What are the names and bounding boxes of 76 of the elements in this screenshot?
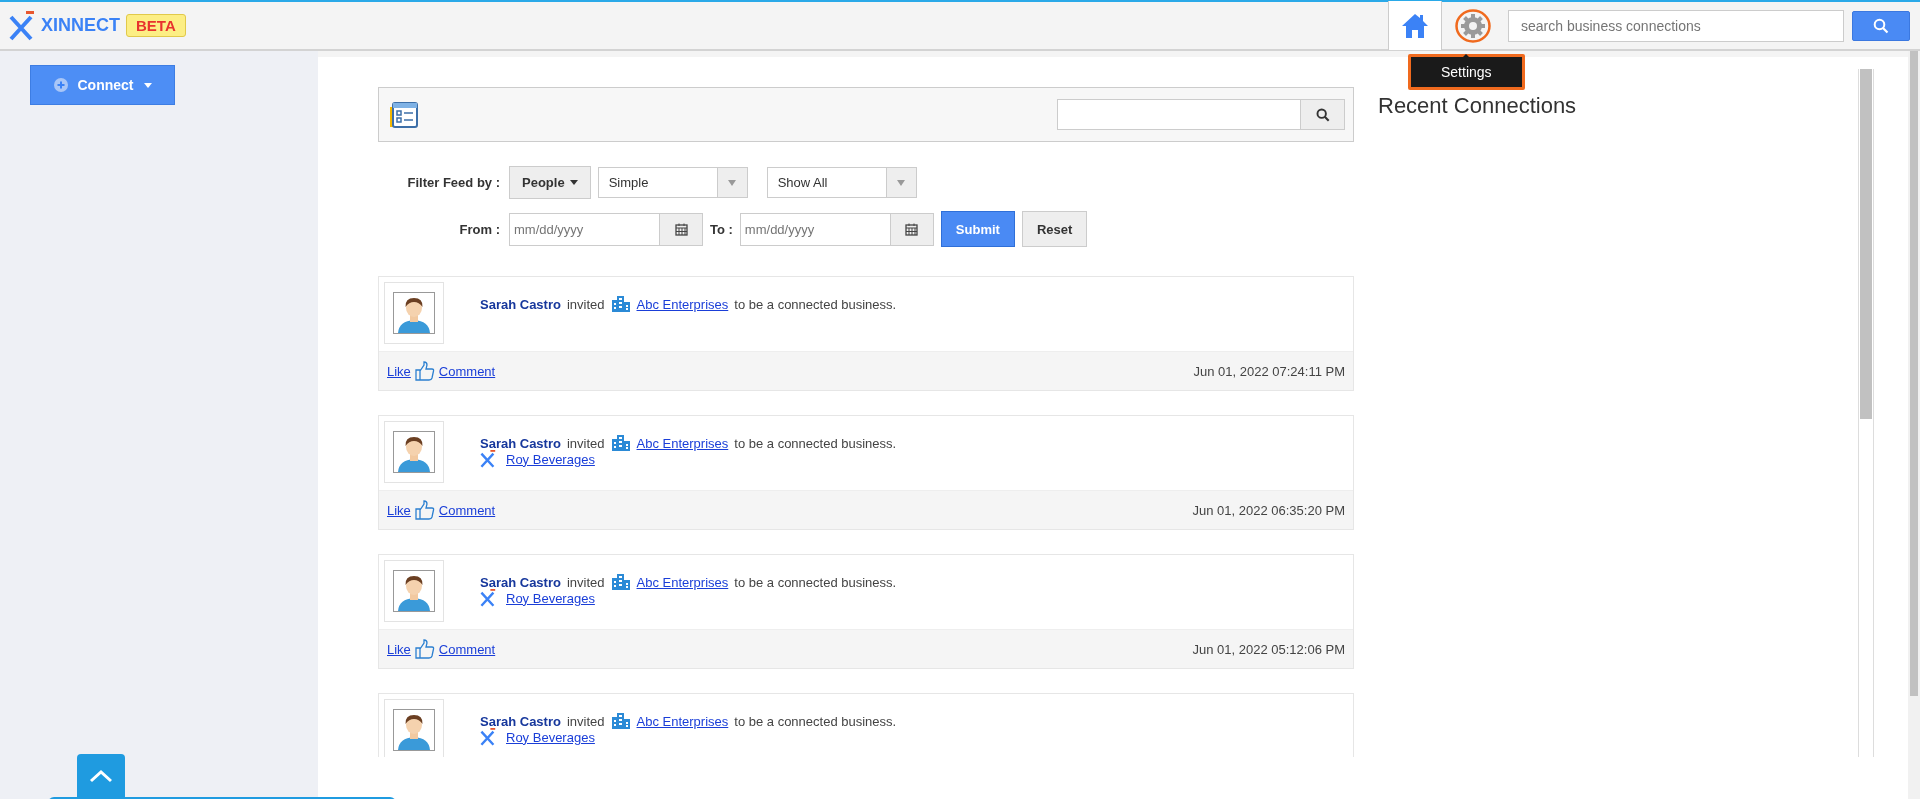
thumbs-up-icon — [414, 639, 435, 659]
caret-icon — [143, 82, 152, 88]
to-label: To : — [710, 221, 733, 237]
calendar-button[interactable] — [659, 212, 703, 246]
activity-text: to be a connected business. — [734, 713, 897, 729]
search-button[interactable] — [1852, 10, 1910, 41]
logo-icon — [480, 589, 496, 607]
timestamp: Jun 01, 2022 06:35:20 PM — [1192, 502, 1345, 518]
chevron-up-icon — [88, 768, 114, 784]
activity-text: to be a connected business. — [734, 435, 897, 451]
feed-list-icon — [389, 100, 419, 129]
activity-text: invited — [566, 574, 605, 590]
comment-link[interactable]: Comment — [438, 502, 496, 518]
author-link[interactable]: Sarah Castro — [480, 296, 561, 312]
search-field[interactable]: search business connections — [1508, 9, 1844, 42]
business-link[interactable]: Abc Enterprises — [636, 713, 729, 729]
person-icon — [393, 709, 435, 751]
activity-text: to be a connected business. — [734, 296, 897, 312]
home-button[interactable] — [1388, 1, 1442, 50]
comment-link[interactable]: Comment — [438, 641, 496, 657]
activity-text: to be a connected business. — [734, 574, 897, 590]
from-label: From : — [458, 221, 500, 237]
people-dropdown[interactable]: People — [509, 166, 591, 199]
person-icon — [393, 570, 435, 612]
building-icon — [610, 712, 631, 730]
timestamp: Jun 01, 2022 05:12:06 PM — [1192, 641, 1345, 657]
plus-circle-icon — [53, 78, 68, 92]
logo-icon — [480, 450, 496, 468]
brand-name: XINNECT — [41, 15, 120, 36]
activity-text: invited — [566, 713, 605, 729]
beta-badge: BETA — [126, 14, 186, 37]
business-link[interactable]: Roy Beverages — [506, 590, 595, 606]
logo-icon — [9, 10, 35, 41]
section-title: Recent Connections — [1378, 93, 1577, 119]
business-link[interactable]: Roy Beverages — [506, 729, 595, 745]
reset-button[interactable]: Reset — [1021, 211, 1088, 247]
feed-search-button[interactable] — [1301, 99, 1345, 130]
thumbs-up-icon — [414, 500, 435, 520]
scrollbar-thumb[interactable] — [1910, 51, 1918, 696]
calendar-icon — [905, 222, 919, 236]
timestamp: Jun 01, 2022 07:24:11 PM — [1193, 363, 1345, 379]
person-icon — [393, 431, 435, 473]
business-link[interactable]: Abc Enterprises — [636, 574, 729, 590]
scroll-top-button[interactable] — [77, 754, 125, 798]
calendar-icon — [674, 222, 688, 236]
author-link[interactable]: Sarah Castro — [480, 574, 561, 590]
activity-text: invited — [566, 435, 605, 451]
filter-label: Filter Feed by : — [406, 175, 500, 190]
from-date-field[interactable]: mm/dd/yyyy — [509, 212, 659, 246]
business-link[interactable]: Roy Beverages — [506, 451, 595, 467]
building-icon — [610, 573, 631, 591]
home-icon — [1401, 12, 1429, 39]
view-select[interactable]: Simple — [597, 167, 748, 198]
thumbs-up-icon — [414, 361, 435, 381]
author-link[interactable]: Sarah Castro — [480, 713, 561, 729]
settings-icon — [1455, 8, 1491, 43]
building-icon — [610, 434, 631, 452]
author-link[interactable]: Sarah Castro — [480, 435, 561, 451]
calendar-button[interactable] — [889, 212, 934, 246]
scrollbar-thumb[interactable] — [1860, 69, 1872, 419]
activity-text: invited — [566, 296, 605, 312]
to-date-field[interactable]: mm/dd/yyyy — [739, 212, 890, 246]
person-icon — [393, 292, 435, 334]
search-icon — [1315, 107, 1330, 122]
business-link[interactable]: Abc Enterprises — [636, 435, 729, 451]
like-link[interactable]: Like — [387, 641, 411, 657]
building-icon — [610, 295, 631, 313]
show-select[interactable]: Show All — [766, 167, 917, 198]
like-link[interactable]: Like — [387, 502, 411, 518]
logo-icon — [480, 728, 496, 746]
feed-search-field[interactable] — [1057, 99, 1301, 130]
comment-link[interactable]: Comment — [438, 363, 496, 379]
business-link[interactable]: Abc Enterprises — [636, 296, 729, 312]
search-icon — [1873, 17, 1889, 34]
like-link[interactable]: Like — [387, 363, 411, 379]
caret-icon — [569, 180, 578, 185]
